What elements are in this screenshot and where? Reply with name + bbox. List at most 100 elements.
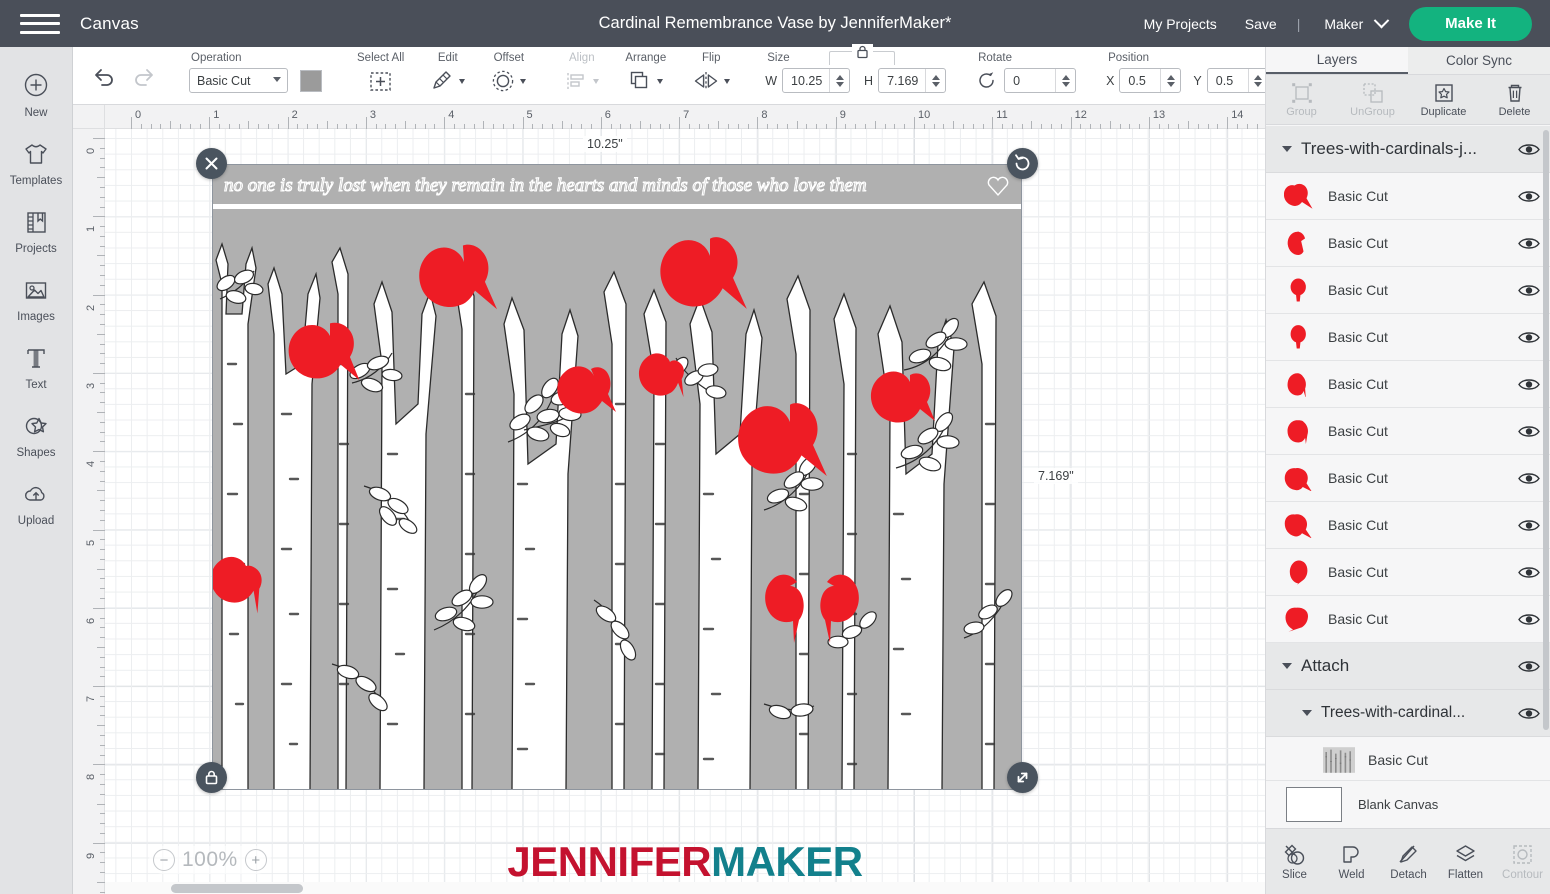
layer-row[interactable]: Basic Cut: [1266, 408, 1550, 455]
tab-color-sync[interactable]: Color Sync: [1408, 47, 1550, 74]
chevron-down-icon: [1373, 12, 1390, 28]
select-all-tool[interactable]: Select All: [344, 52, 417, 94]
rotate-stepper[interactable]: [1055, 69, 1075, 92]
edit-tool[interactable]: Edit: [417, 52, 478, 94]
layer-row[interactable]: Basic Cut: [1266, 455, 1550, 502]
weld-button[interactable]: Weld: [1323, 843, 1380, 881]
height-field[interactable]: H 7.169: [864, 68, 947, 93]
layer-row[interactable]: Basic Cut: [1266, 220, 1550, 267]
eye-icon[interactable]: [1518, 377, 1540, 392]
horizontal-scrollbar[interactable]: [105, 882, 1265, 894]
layer-subgroup-trees[interactable]: Trees-with-cardinal...: [1266, 690, 1550, 737]
operation-color-swatch[interactable]: [300, 69, 322, 92]
zoom-out-button[interactable]: −: [153, 849, 175, 871]
operation-select[interactable]: Basic Cut: [189, 68, 288, 93]
layer-row[interactable]: Basic Cut: [1266, 267, 1550, 314]
position-x-stepper[interactable]: [1160, 69, 1180, 92]
sidebar-item-projects[interactable]: Projects: [0, 197, 73, 265]
chevron-down-icon[interactable]: [1282, 663, 1292, 669]
blank-canvas-swatch[interactable]: [1286, 787, 1342, 822]
lock-handle[interactable]: [196, 762, 227, 793]
canvas-area[interactable]: 0 1 2 3 4 5 6 7 8 9 10 11 12 13 14 0123456789 no one i…: [73, 105, 1265, 894]
position-x-input[interactable]: 0.5: [1119, 68, 1182, 93]
flatten-button[interactable]: Flatten: [1437, 843, 1494, 881]
eye-icon[interactable]: [1518, 518, 1540, 533]
tab-layers[interactable]: Layers: [1266, 47, 1408, 74]
width-input[interactable]: 10.25: [782, 68, 851, 93]
birch-trees-cardinals-design[interactable]: no one is truly lost when they remain in…: [212, 164, 1022, 790]
chevron-down-icon[interactable]: [1282, 146, 1292, 152]
sidebar-item-upload[interactable]: Upload: [0, 469, 73, 537]
eye-icon[interactable]: [1518, 330, 1540, 345]
rotate-icon[interactable]: [976, 70, 997, 91]
layer-group-attach[interactable]: Attach: [1266, 643, 1550, 690]
layer-row[interactable]: Basic Cut: [1266, 361, 1550, 408]
layer-row[interactable]: Basic Cut: [1266, 502, 1550, 549]
slice-button[interactable]: Slice: [1266, 843, 1323, 881]
layer-row[interactable]: Basic Cut: [1266, 314, 1550, 361]
save-button[interactable]: Save: [1231, 16, 1291, 32]
delete-handle[interactable]: [196, 148, 227, 179]
selected-object[interactable]: no one is truly lost when they remain in…: [196, 136, 1078, 793]
eye-icon[interactable]: [1518, 659, 1540, 674]
eye-icon[interactable]: [1518, 706, 1540, 721]
redo-icon[interactable]: [131, 63, 157, 89]
offset-tool[interactable]: Offset: [478, 52, 539, 94]
eye-icon[interactable]: [1518, 189, 1540, 204]
height-input[interactable]: 7.169: [878, 68, 947, 93]
contour-button[interactable]: Contour: [1494, 843, 1550, 881]
sidebar-item-new[interactable]: New: [0, 61, 73, 129]
scrollbar-thumb[interactable]: [171, 884, 303, 893]
chevron-down-icon[interactable]: [1302, 710, 1312, 716]
sidebar-item-templates[interactable]: Templates: [0, 129, 73, 197]
canvas-grid[interactable]: no one is truly lost when they remain in…: [105, 129, 1265, 894]
duplicate-button[interactable]: Duplicate: [1408, 82, 1479, 118]
layer-row[interactable]: Basic Cut: [1266, 173, 1550, 220]
detach-button[interactable]: Detach: [1380, 843, 1437, 881]
position-x-field[interactable]: X 0.5: [1106, 68, 1182, 93]
sidebar-item-shapes[interactable]: Shapes: [0, 401, 73, 469]
eye-icon[interactable]: [1518, 142, 1540, 157]
layers-scrollbar[interactable]: [1543, 130, 1549, 730]
top-bar: Canvas Cardinal Remembrance Vase by Jenn…: [0, 0, 1550, 47]
layers-list[interactable]: Trees-with-cardinals-j... Basic Cut Basi…: [1266, 126, 1550, 780]
width-value: 10.25: [791, 73, 823, 88]
eye-icon[interactable]: [1518, 424, 1540, 439]
arrange-tool[interactable]: Arrange: [612, 52, 679, 94]
position-y-field[interactable]: Y 0.5: [1193, 68, 1269, 93]
delete-button[interactable]: Delete: [1479, 82, 1550, 118]
sidebar-item-images[interactable]: Images: [0, 265, 73, 333]
eye-icon[interactable]: [1518, 565, 1540, 580]
eye-icon[interactable]: [1518, 236, 1540, 251]
zoom-in-button[interactable]: +: [244, 849, 267, 871]
width-stepper[interactable]: [829, 69, 849, 92]
position-y-input[interactable]: 0.5: [1206, 68, 1269, 93]
hamburger-menu-icon[interactable]: [20, 11, 60, 37]
layer-row-trees[interactable]: Basic Cut: [1266, 737, 1550, 780]
align-tool[interactable]: Align: [551, 52, 612, 94]
machine-selector[interactable]: Maker: [1306, 12, 1393, 32]
eye-icon[interactable]: [1518, 283, 1540, 298]
contour-icon: [1513, 844, 1532, 864]
rotate-input[interactable]: 0: [1004, 68, 1077, 93]
ruler-tick-label: 8: [85, 774, 97, 781]
eye-icon[interactable]: [1518, 471, 1540, 486]
undo-icon[interactable]: [91, 63, 117, 89]
blank-canvas-row[interactable]: Blank Canvas: [1266, 780, 1550, 828]
flip-tool[interactable]: Flip: [679, 52, 743, 94]
rotate-handle[interactable]: [1007, 148, 1038, 179]
make-it-button[interactable]: Make It: [1409, 6, 1532, 41]
width-field[interactable]: W 10.25: [765, 68, 851, 93]
my-projects-link[interactable]: My Projects: [1130, 16, 1231, 32]
lock-icon[interactable]: [852, 44, 874, 62]
resize-handle[interactable]: [1007, 762, 1038, 793]
layer-row[interactable]: Basic Cut: [1266, 596, 1550, 643]
rotate-value: 0: [1013, 73, 1021, 88]
height-stepper[interactable]: [925, 69, 945, 92]
layer-row[interactable]: Basic Cut: [1266, 549, 1550, 596]
group-button[interactable]: Group: [1266, 82, 1337, 118]
sidebar-item-text[interactable]: Text: [0, 333, 73, 401]
ungroup-button[interactable]: UnGroup: [1337, 82, 1408, 118]
layer-group-header[interactable]: Trees-with-cardinals-j...: [1266, 126, 1550, 173]
eye-icon[interactable]: [1518, 612, 1540, 627]
